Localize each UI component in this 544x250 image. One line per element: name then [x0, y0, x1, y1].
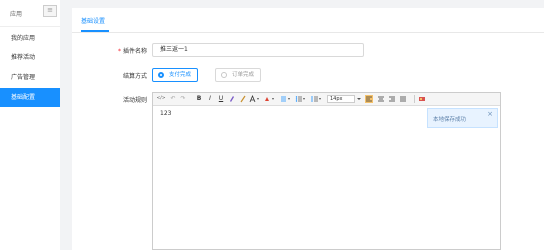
- save-toast: 本地保存成功 ×: [427, 108, 498, 128]
- sidebar-item-my-apps[interactable]: 我的应用: [0, 29, 60, 48]
- sidebar-title: 应用: [10, 11, 23, 18]
- chevron-down-icon[interactable]: [356, 95, 362, 103]
- settlement-label: 结算方式: [122, 73, 147, 80]
- plugin-name-label-row: * 插件名称: [72, 46, 147, 55]
- font-size-value: 14px: [330, 96, 343, 102]
- ordered-list-icon[interactable]: [280, 95, 292, 103]
- required-marker: *: [117, 48, 121, 55]
- sidebar: 应用 ≡ 我的应用 推荐活动 广告管理 基础配置: [0, 0, 60, 250]
- sidebar-item-recommended[interactable]: 推荐活动: [0, 48, 60, 67]
- radio-order-complete[interactable]: 订单完成: [215, 68, 261, 82]
- bold-button[interactable]: B: [196, 95, 202, 103]
- rules-label: 活动规则: [122, 97, 147, 104]
- tab-bar: 基础设置: [72, 8, 544, 33]
- main-panel: 基础设置 * 插件名称 推三返一1 结算方式 支付完成 订单完成 活动规则 </>…: [72, 8, 544, 250]
- radio-label: 支付完成: [169, 72, 192, 78]
- image-icon[interactable]: [418, 95, 426, 103]
- plugin-name-label: 插件名称: [122, 48, 147, 55]
- font-color-icon[interactable]: [249, 94, 261, 103]
- sidebar-header: 应用 ≡: [0, 0, 60, 27]
- unordered-list-icon[interactable]: [295, 95, 307, 103]
- rich-text-editor: </> ↶ ↷ B I U 14px 123 本地保存成功 ×: [152, 92, 501, 250]
- close-icon[interactable]: ×: [487, 110, 493, 118]
- editor-content[interactable]: 123: [160, 110, 171, 117]
- editor-toolbar: </> ↶ ↷ B I U 14px: [153, 93, 500, 106]
- tab-active-indicator: [81, 30, 109, 32]
- align-left-icon[interactable]: [365, 95, 373, 103]
- toolbar-divider: [414, 95, 415, 103]
- align-right-icon[interactable]: [388, 95, 396, 103]
- toast-message: 本地保存成功: [433, 117, 467, 123]
- radio-label: 订单完成: [232, 72, 255, 78]
- font-size-select[interactable]: 14px: [327, 95, 355, 103]
- align-justify-icon[interactable]: [399, 95, 407, 103]
- radio-unchecked-icon: [221, 72, 227, 78]
- format-clear-icon[interactable]: [229, 95, 235, 103]
- tab-base-settings[interactable]: 基础设置: [81, 16, 105, 25]
- underline-button[interactable]: U: [218, 95, 224, 103]
- radio-payment-complete[interactable]: 支付完成: [152, 68, 198, 82]
- undo-icon[interactable]: ↶: [170, 95, 176, 103]
- align-center-icon[interactable]: [377, 95, 385, 103]
- source-code-button[interactable]: </>: [156, 95, 166, 103]
- plugin-name-input[interactable]: 推三返一1: [152, 43, 364, 57]
- sidebar-item-base-config[interactable]: 基础配置: [0, 88, 60, 107]
- line-height-icon[interactable]: [311, 95, 323, 103]
- highlight-icon[interactable]: [264, 95, 276, 103]
- sidebar-item-ads[interactable]: 广告管理: [0, 68, 60, 87]
- radio-checked-icon: [158, 72, 164, 78]
- brush-icon[interactable]: [240, 95, 246, 103]
- redo-icon[interactable]: ↷: [180, 95, 186, 103]
- menu-icon[interactable]: ≡: [43, 5, 57, 17]
- italic-button[interactable]: I: [207, 95, 213, 103]
